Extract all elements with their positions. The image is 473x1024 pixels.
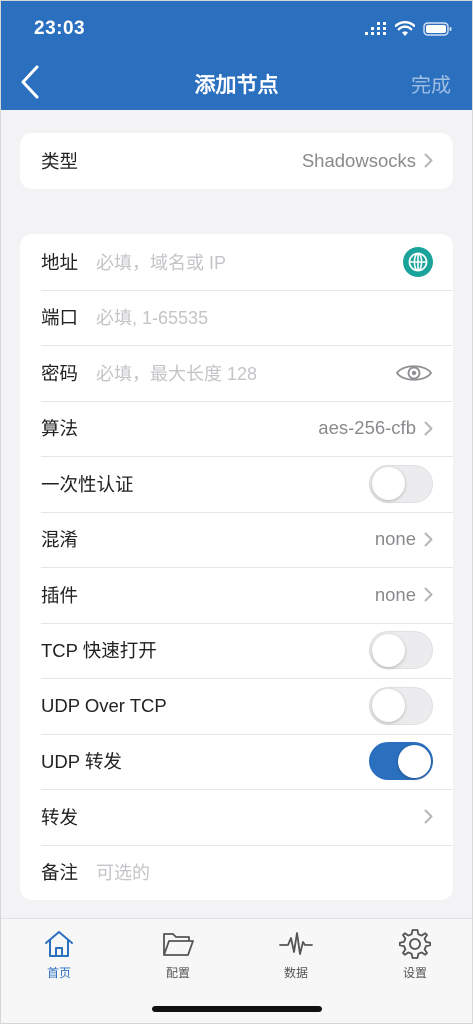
chevron-right-icon <box>424 532 433 547</box>
header: 23:03 添加节点 完成 <box>0 0 473 110</box>
port-input[interactable]: 必填, 1-65535 <box>96 304 433 330</box>
wifi-icon <box>395 21 415 36</box>
password-input[interactable]: 必填，最大长度 128 <box>96 360 395 386</box>
toggle-knob <box>371 467 405 501</box>
tab-label: 首页 <box>46 966 71 980</box>
tab-label: 数据 <box>283 966 308 980</box>
one-time-auth-toggle[interactable] <box>369 464 433 503</box>
plugin-value: none <box>374 583 416 605</box>
address-row: 地址 必填，域名或 IP <box>20 234 453 290</box>
chevron-right-icon <box>424 421 433 436</box>
remark-input[interactable]: 可选的 <box>96 859 433 885</box>
plugin-label: 插件 <box>41 584 79 606</box>
obfs-row[interactable]: 混淆 none <box>20 511 453 568</box>
eye-icon[interactable] <box>395 361 433 385</box>
udp-relay-row: UDP 转发 <box>20 733 453 790</box>
done-button[interactable]: 完成 <box>411 69 451 98</box>
toggle-knob <box>398 744 431 778</box>
one-time-auth-row: 一次性认证 <box>20 456 453 512</box>
udp-over-tcp-label: UDP Over TCP <box>41 694 167 716</box>
type-card: 类型 Shadowsocks <box>20 133 453 189</box>
remark-label: 备注 <box>41 862 79 884</box>
type-value: Shadowsocks <box>301 149 416 171</box>
tab-settings[interactable]: 设置 <box>375 927 455 981</box>
type-row[interactable]: 类型 Shadowsocks <box>20 133 453 189</box>
remark-row: 备注 可选的 <box>20 844 453 901</box>
folder-icon <box>163 933 194 956</box>
algorithm-value: aes-256-cfb <box>318 417 416 439</box>
password-label: 密码 <box>41 362 79 384</box>
forward-row[interactable]: 转发 <box>20 789 453 845</box>
obfs-value: none <box>374 528 416 550</box>
obfs-label: 混淆 <box>41 529 79 551</box>
chevron-right-icon <box>424 153 433 168</box>
address-input[interactable]: 必填，域名或 IP <box>96 249 403 275</box>
plugin-row[interactable]: 插件 none <box>20 567 453 623</box>
cellular-signal-icon <box>365 22 386 35</box>
globe-icon[interactable] <box>403 246 433 277</box>
home-icon <box>45 931 73 957</box>
password-row: 密码 必填，最大长度 128 <box>20 345 453 401</box>
tab-config[interactable]: 配置 <box>138 927 218 981</box>
tcp-fast-open-toggle[interactable] <box>369 631 433 670</box>
tcp-fast-open-row: TCP 快速打开 <box>20 622 453 679</box>
tab-label: 配置 <box>165 966 190 980</box>
toggle-knob <box>371 689 405 723</box>
status-icons <box>365 18 453 40</box>
udp-over-tcp-row: UDP Over TCP <box>20 678 453 734</box>
port-label: 端口 <box>41 307 79 329</box>
tcp-fast-open-label: TCP 快速打开 <box>41 640 157 662</box>
algorithm-label: 算法 <box>41 418 79 440</box>
udp-relay-toggle[interactable] <box>369 742 433 781</box>
nav-bar: 添加节点 完成 <box>0 56 473 110</box>
node-form-card: 地址 必填，域名或 IP 端口 必填, 1-65535 密码 必填，最大长度 1… <box>20 234 453 900</box>
status-bar: 23:03 <box>0 0 473 56</box>
algorithm-row[interactable]: 算法 aes-256-cfb <box>20 400 453 457</box>
udp-relay-label: UDP 转发 <box>41 751 122 773</box>
udp-over-tcp-toggle[interactable] <box>369 686 433 725</box>
status-time: 23:03 <box>34 18 86 39</box>
tab-data[interactable]: 数据 <box>256 927 336 981</box>
toggle-knob <box>371 633 405 667</box>
forward-label: 转发 <box>41 806 79 828</box>
type-label: 类型 <box>41 150 79 172</box>
home-indicator <box>152 1006 322 1012</box>
chevron-right-icon <box>424 809 433 824</box>
tab-home[interactable]: 首页 <box>19 927 99 981</box>
one-time-auth-label: 一次性认证 <box>41 473 134 495</box>
page-title: 添加节点 <box>194 74 279 97</box>
chevron-right-icon <box>424 587 433 602</box>
address-label: 地址 <box>41 251 79 273</box>
tab-label: 设置 <box>402 966 427 980</box>
battery-icon <box>423 22 452 36</box>
pulse-icon <box>279 932 313 955</box>
gear-icon <box>399 929 431 959</box>
port-row: 端口 必填, 1-65535 <box>20 289 453 346</box>
